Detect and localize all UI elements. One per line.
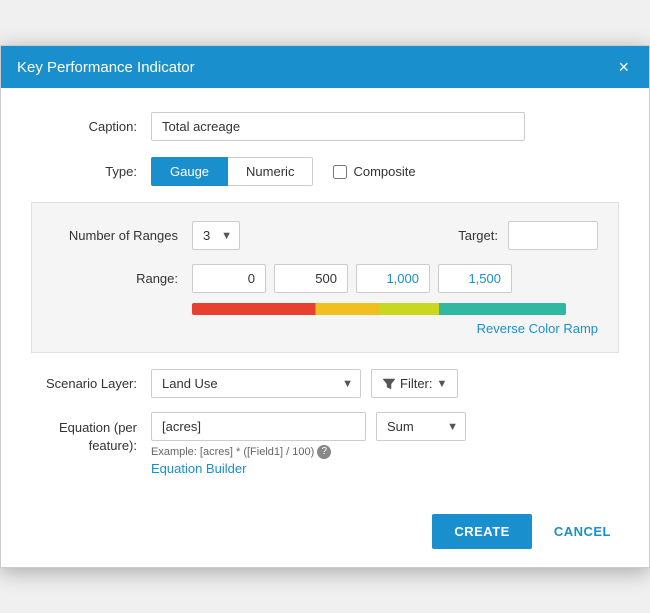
range-inputs <box>192 264 512 293</box>
caption-row: Caption: <box>31 112 619 141</box>
scenario-layer-label: Scenario Layer: <box>31 376 151 391</box>
type-label: Type: <box>31 164 151 179</box>
filter-icon <box>382 377 396 391</box>
help-icon[interactable]: ? <box>317 445 331 459</box>
cancel-button[interactable]: CANCEL <box>540 514 625 549</box>
number-of-ranges-row: Number of Ranges 3 2 4 5 ▼ Target: <box>52 221 598 250</box>
composite-checkbox[interactable] <box>333 165 347 179</box>
equation-input-group: Example: [acres] * ([Field1] / 100) ? Eq… <box>151 412 366 476</box>
composite-checkbox-label[interactable]: Composite <box>333 164 415 179</box>
equation-label: Equation (per feature): <box>31 412 151 455</box>
number-of-ranges-select-wrapper: 3 2 4 5 ▼ <box>192 221 240 250</box>
equation-input[interactable] <box>151 412 366 441</box>
target-section: Target: <box>458 221 598 250</box>
caption-label: Caption: <box>31 119 151 134</box>
filter-button[interactable]: Filter: ▼ <box>371 369 458 398</box>
gauge-button[interactable]: Gauge <box>151 157 228 186</box>
type-selector: Gauge Numeric Composite <box>151 157 416 186</box>
equation-inputs-row: Example: [acres] * ([Field1] / 100) ? Eq… <box>151 412 619 476</box>
dialog-title: Key Performance Indicator <box>17 59 195 76</box>
reverse-color-ramp-link[interactable]: Reverse Color Ramp <box>477 321 598 336</box>
equation-builder-link[interactable]: Equation Builder <box>151 461 246 476</box>
range-input-2[interactable] <box>356 264 430 293</box>
range-input-3[interactable] <box>438 264 512 293</box>
caption-input[interactable] <box>151 112 525 141</box>
layer-select-wrapper: Land Use ▼ <box>151 369 361 398</box>
ranges-section: Number of Ranges 3 2 4 5 ▼ Target: <box>31 202 619 353</box>
equation-row: Equation (per feature): Example: [acres]… <box>31 412 619 476</box>
dialog-header: Key Performance Indicator × <box>1 46 649 88</box>
number-of-ranges-select[interactable]: 3 2 4 5 <box>192 221 240 250</box>
range-inputs-row: Range: <box>52 264 598 293</box>
dialog-body: Caption: Type: Gauge Numeric Composite N… <box>1 88 649 500</box>
target-input[interactable] <box>508 221 598 250</box>
dialog-footer: CREATE CANCEL <box>1 500 649 567</box>
dialog-container: Key Performance Indicator × Caption: Typ… <box>0 45 650 568</box>
color-ramp <box>192 303 566 315</box>
create-button[interactable]: CREATE <box>432 514 531 549</box>
filter-label: Filter: <box>400 376 433 391</box>
sum-select-wrapper: Sum Average Count Min Max ▼ <box>376 412 466 441</box>
layer-select[interactable]: Land Use <box>151 369 361 398</box>
target-label: Target: <box>458 228 498 243</box>
scenario-layer-row: Scenario Layer: Land Use ▼ Filter: ▼ <box>31 369 619 398</box>
equation-example: Example: [acres] * ([Field1] / 100) ? <box>151 445 366 459</box>
sum-select[interactable]: Sum Average Count Min Max <box>376 412 466 441</box>
composite-label: Composite <box>353 164 415 179</box>
filter-chevron-icon: ▼ <box>437 378 448 390</box>
type-row: Type: Gauge Numeric Composite <box>31 157 619 186</box>
color-ramp-row <box>192 303 598 315</box>
range-input-0[interactable] <box>192 264 266 293</box>
range-input-1[interactable] <box>274 264 348 293</box>
number-of-ranges-label: Number of Ranges <box>52 228 192 243</box>
equation-right: Example: [acres] * ([Field1] / 100) ? Eq… <box>151 412 619 476</box>
close-button[interactable]: × <box>614 58 633 76</box>
reverse-color-ramp-row: Reverse Color Ramp <box>52 321 598 336</box>
numeric-button[interactable]: Numeric <box>228 157 313 186</box>
range-label: Range: <box>52 271 192 286</box>
